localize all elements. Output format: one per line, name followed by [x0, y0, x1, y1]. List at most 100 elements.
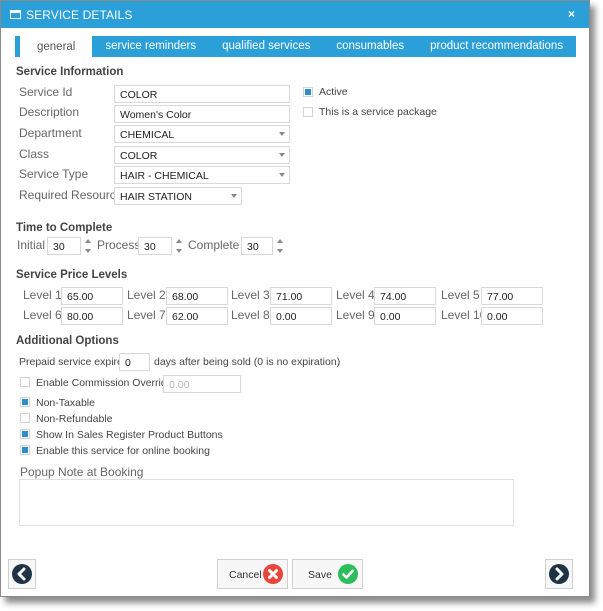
price-level-2-label: Level 2: [127, 288, 166, 302]
non-taxable-label: Non-Taxable: [36, 397, 95, 409]
price-level-8-input[interactable]: 0.00: [270, 307, 332, 325]
price-level-9-input[interactable]: 0.00: [374, 307, 436, 325]
service-type-select[interactable]: HAIR - CHEMICAL: [114, 166, 290, 184]
previous-button[interactable]: [8, 559, 36, 589]
process-input[interactable]: 30: [138, 237, 172, 255]
price-level-4-label: Level 4: [336, 288, 375, 302]
service-type-label: Service Type: [19, 167, 89, 181]
department-select[interactable]: CHEMICAL: [114, 125, 290, 143]
cancel-label: Cancel: [229, 569, 262, 581]
complete-spinner[interactable]: [277, 239, 283, 253]
process-spinner[interactable]: [176, 239, 182, 253]
service-id-input[interactable]: COLOR: [114, 85, 290, 103]
spin-down-icon[interactable]: [85, 249, 91, 253]
tab-product-recommendations[interactable]: product recommendations: [417, 36, 576, 57]
price-level-5-input[interactable]: 77.00: [481, 287, 543, 305]
description-input[interactable]: Women's Color: [114, 105, 290, 123]
process-label: Process: [97, 238, 141, 252]
service-type-value: HAIR - CHEMICAL: [120, 170, 209, 182]
chevron-down-icon: [279, 153, 285, 157]
price-level-10-label: Level 10: [441, 308, 487, 322]
price-level-6-input[interactable]: 80.00: [61, 307, 123, 325]
spin-down-icon[interactable]: [277, 249, 283, 253]
initial-spinner[interactable]: [85, 239, 91, 253]
initial-label: Initial: [17, 238, 46, 252]
service-id-label: Service Id: [19, 85, 73, 99]
complete-input[interactable]: 30: [241, 237, 273, 255]
price-level-10-input[interactable]: 0.00: [481, 307, 543, 325]
department-value: CHEMICAL: [120, 129, 175, 141]
tab-qualified-services[interactable]: qualified services: [209, 36, 323, 57]
title-bar: SERVICE DETAILS ×: [1, 1, 589, 28]
price-level-9-label: Level 9: [336, 308, 375, 322]
close-button[interactable]: ×: [568, 7, 575, 21]
service-package-label: This is a service package: [319, 106, 437, 118]
popup-note-label: Popup Note at Booking: [20, 465, 144, 479]
prepaid-suffix-label: days after being sold (0 is no expiratio…: [154, 356, 341, 368]
description-label: Description: [19, 105, 80, 119]
commission-override-input[interactable]: 0.00: [163, 375, 241, 393]
price-level-7-input[interactable]: 62.00: [166, 307, 228, 325]
check-circle-icon: [338, 564, 358, 584]
online-booking-label: Enable this service for online booking: [36, 445, 210, 457]
commission-override-label: Enable Commission Override: [36, 377, 173, 389]
prepaid-days-input[interactable]: 0: [119, 353, 150, 371]
tab-general[interactable]: general: [20, 36, 93, 57]
chevron-left-circle-icon: [12, 564, 32, 584]
show-in-sales-register-label: Show In Sales Register Product Buttons: [36, 429, 223, 441]
commission-override-checkbox[interactable]: [20, 377, 30, 387]
active-label: Active: [319, 86, 348, 98]
class-value: COLOR: [120, 150, 158, 162]
required-resource-value: HAIR STATION: [120, 191, 192, 203]
class-select[interactable]: COLOR: [114, 146, 290, 164]
required-resource-select[interactable]: HAIR STATION: [114, 187, 242, 205]
price-level-8-label: Level 8: [231, 308, 270, 322]
non-refundable-label: Non-Refundable: [36, 413, 113, 425]
show-in-sales-register-checkbox[interactable]: [20, 429, 30, 439]
save-button[interactable]: Save: [292, 559, 363, 589]
initial-input[interactable]: 30: [47, 237, 81, 255]
price-level-4-input[interactable]: 74.00: [374, 287, 436, 305]
active-checkbox[interactable]: [303, 87, 313, 97]
price-levels-heading: Service Price Levels: [16, 269, 128, 281]
price-level-6-label: Level 6: [23, 308, 62, 322]
price-level-7-label: Level 7: [127, 308, 166, 322]
price-level-3-input[interactable]: 71.00: [270, 287, 332, 305]
chevron-down-icon: [279, 173, 285, 177]
save-label: Save: [308, 569, 332, 581]
service-information-heading: Service Information: [16, 66, 124, 78]
required-resource-label: Required Resource: [19, 188, 123, 202]
spin-up-icon[interactable]: [277, 239, 283, 243]
price-level-1-label: Level 1: [23, 288, 62, 302]
window-icon: [10, 10, 21, 19]
chevron-right-circle-icon: [549, 564, 569, 584]
price-level-5-label: Level 5: [441, 288, 480, 302]
class-label: Class: [19, 147, 50, 161]
non-taxable-checkbox[interactable]: [20, 397, 30, 407]
close-circle-icon: [263, 564, 283, 584]
chevron-down-icon: [279, 132, 285, 136]
non-refundable-checkbox[interactable]: [20, 413, 30, 423]
price-level-2-input[interactable]: 68.00: [166, 287, 228, 305]
popup-note-textarea[interactable]: [19, 479, 514, 526]
price-level-3-label: Level 3: [231, 288, 270, 302]
prepaid-prefix-label: Prepaid service expires: [19, 356, 129, 368]
cancel-button[interactable]: Cancel: [217, 559, 288, 589]
chevron-down-icon: [231, 194, 237, 198]
spin-down-icon[interactable]: [176, 249, 182, 253]
tab-consumables[interactable]: consumables: [323, 36, 417, 57]
spin-up-icon[interactable]: [85, 239, 91, 243]
additional-options-heading: Additional Options: [16, 335, 119, 347]
tab-service-reminders[interactable]: service reminders: [92, 36, 209, 57]
spin-up-icon[interactable]: [176, 239, 182, 243]
service-details-dialog: SERVICE DETAILS × general service remind…: [0, 0, 590, 597]
service-package-checkbox[interactable]: [303, 107, 313, 117]
time-to-complete-heading: Time to Complete: [16, 222, 113, 234]
tab-bar: general service reminders qualified serv…: [15, 36, 576, 57]
department-label: Department: [19, 126, 82, 140]
price-level-1-input[interactable]: 65.00: [61, 287, 123, 305]
complete-label: Complete: [188, 238, 240, 252]
next-button[interactable]: [545, 559, 573, 589]
dialog-title: SERVICE DETAILS: [26, 8, 133, 22]
online-booking-checkbox[interactable]: [20, 445, 30, 455]
